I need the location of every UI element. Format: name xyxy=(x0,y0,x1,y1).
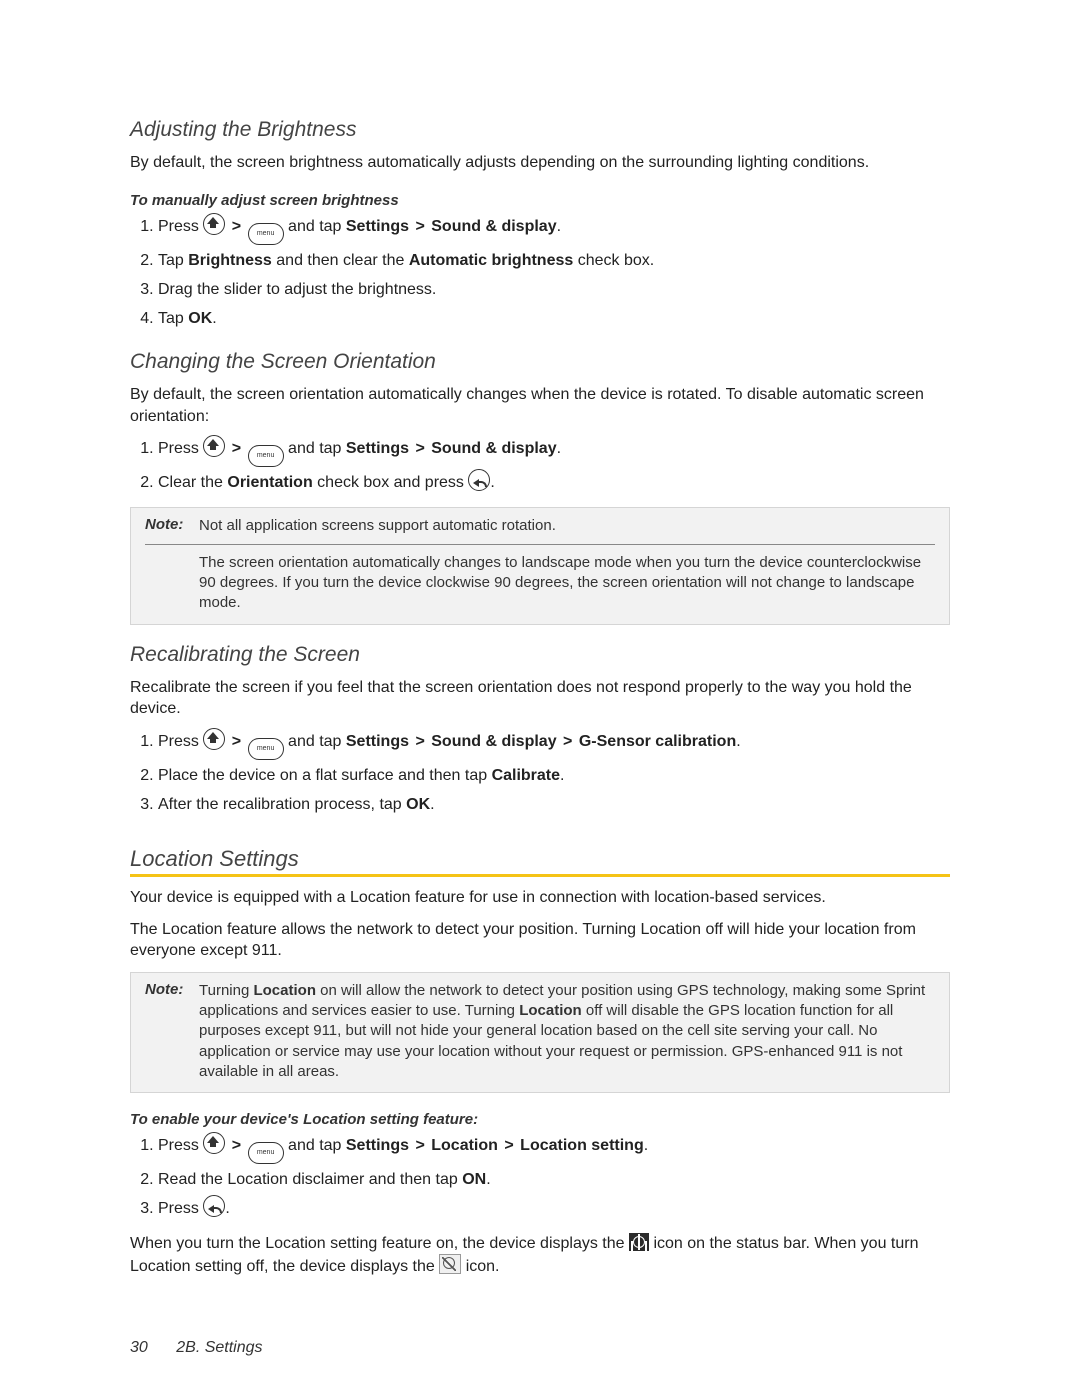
note-box: Note: Turning Location on will allow the… xyxy=(130,972,950,1093)
paragraph: Recalibrate the screen if you feel that … xyxy=(130,677,950,720)
paragraph: The Location feature allows the network … xyxy=(130,919,950,962)
step: Press . xyxy=(158,1195,950,1222)
back-icon xyxy=(468,469,490,491)
menu-icon: menu xyxy=(248,738,284,760)
step: Read the Location disclaimer and then ta… xyxy=(158,1166,950,1193)
step-list: Press > menu and tap Settings > Sound & … xyxy=(130,435,950,496)
heading-screen-orientation: Changing the Screen Orientation xyxy=(130,350,950,374)
heading-adjusting-brightness: Adjusting the Brightness xyxy=(130,118,950,142)
home-icon xyxy=(203,1132,225,1154)
step: Press > menu and tap Settings > Location… xyxy=(158,1132,950,1164)
paragraph: By default, the screen brightness automa… xyxy=(130,152,950,174)
paragraph: By default, the screen orientation autom… xyxy=(130,384,950,427)
home-icon xyxy=(203,728,225,750)
divider xyxy=(145,544,935,545)
sub-procedure-title: To manually adjust screen brightness xyxy=(130,192,950,209)
note-label: Note: xyxy=(145,981,189,1082)
page-number: 30 xyxy=(130,1339,148,1356)
location-on-icon xyxy=(629,1233,649,1251)
sub-procedure-title: To enable your device's Location setting… xyxy=(130,1111,950,1128)
step: Place the device on a flat surface and t… xyxy=(158,762,950,789)
step-list: Press > menu and tap Settings > Sound & … xyxy=(130,728,950,818)
paragraph: When you turn the Location setting featu… xyxy=(130,1233,950,1278)
manual-page: Adjusting the Brightness By default, the… xyxy=(0,0,1080,1397)
step: Clear the Orientation check box and pres… xyxy=(158,469,950,496)
step: Tap Brightness and then clear the Automa… xyxy=(158,247,950,274)
step-list: Press > menu and tap Settings > Location… xyxy=(130,1132,950,1222)
step: Drag the slider to adjust the brightness… xyxy=(158,276,950,303)
menu-icon: menu xyxy=(248,445,284,467)
back-icon xyxy=(203,1195,225,1217)
note-box: Note: Not all application screens suppor… xyxy=(130,507,950,625)
menu-icon: menu xyxy=(248,1142,284,1164)
note-text: Not all application screens support auto… xyxy=(199,516,935,536)
home-icon xyxy=(203,213,225,235)
step: Press > menu and tap Settings > Sound & … xyxy=(158,213,950,245)
step: After the recalibration process, tap OK. xyxy=(158,791,950,818)
heading-location-settings: Location Settings xyxy=(130,846,950,877)
step-list: Press > menu and tap Settings > Sound & … xyxy=(130,213,950,333)
paragraph: Your device is equipped with a Location … xyxy=(130,887,950,909)
location-off-icon xyxy=(439,1254,461,1274)
note-label: Note: xyxy=(145,516,189,536)
home-icon xyxy=(203,435,225,457)
chapter-label: 2B. Settings xyxy=(176,1339,262,1356)
heading-recalibrating: Recalibrating the Screen xyxy=(130,643,950,667)
page-footer: 30 2B. Settings xyxy=(130,1339,263,1357)
note-text: The screen orientation automatically cha… xyxy=(199,553,935,614)
step: Press > menu and tap Settings > Sound & … xyxy=(158,435,950,467)
note-text: Turning Location on will allow the netwo… xyxy=(199,981,935,1082)
step: Press > menu and tap Settings > Sound & … xyxy=(158,728,950,760)
menu-icon: menu xyxy=(248,223,284,245)
step: Tap OK. xyxy=(158,305,950,332)
